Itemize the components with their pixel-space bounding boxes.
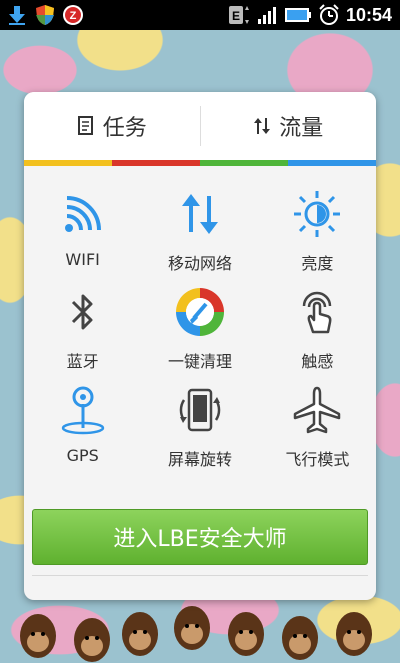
clock: 10:54 [345,4,392,25]
enter-lbe-button[interactable]: 进入LBE安全大师 [32,509,368,565]
ape-head-image [226,606,266,656]
shield-icon [34,4,56,26]
toggle-haptic[interactable]: 触感 [259,276,376,374]
toggle-one-key-clean[interactable]: 一键清理 [141,276,258,374]
haptic-touch-icon [291,286,343,338]
toggle-airplane-mode[interactable]: 飞行模式 [259,374,376,472]
tab-traffic[interactable]: 流量 [201,92,377,160]
tab-tasks-label: 任务 [102,116,147,141]
color-strip-blue [288,160,376,166]
toggle-mobile-network[interactable]: 移动网络 [141,178,258,276]
toggle-screen-rotate[interactable]: 屏幕旋转 [141,374,258,472]
status-bar: Z E 10:54 [0,0,400,30]
toggle-grid: WIFI 移动网络 亮度 蓝牙 一键清理 触感 GPS 屏幕旋转 飞行模式 [24,178,376,472]
toggle-label: 蓝牙 [66,352,99,371]
alarm-icon [318,4,340,26]
download-icon [6,4,28,26]
divider [32,575,368,576]
battery-icon [284,4,312,26]
bluetooth-icon [57,286,109,338]
notification-icons: Z [0,4,84,26]
toggle-bluetooth[interactable]: 蓝牙 [24,276,141,374]
ape-head-image [172,600,212,650]
z-app-icon: Z [62,4,84,26]
color-strip [24,160,376,166]
tab-tasks[interactable]: 任务 [24,92,200,160]
tab-traffic-label: 流量 [279,116,324,141]
toggle-label: 飞行模式 [285,450,350,469]
task-document-icon [77,116,95,136]
tab-bar: 任务 流量 [24,92,376,160]
color-strip-red [112,160,200,166]
toggle-label: 屏幕旋转 [167,450,232,469]
svg-text:E: E [232,9,240,23]
ape-head-image [334,606,374,656]
traffic-arrows-icon [253,116,271,136]
svg-text:Z: Z [70,10,77,22]
quick-settings-panel: 任务 流量 WIFI 移动网络 亮度 蓝牙 一键清理 触感 GPS 屏幕旋转 飞… [24,92,376,600]
ape-head-image [18,608,58,658]
signal-icon [256,4,278,26]
ape-head-image [280,610,320,660]
toggle-label: 亮度 [301,254,334,273]
wifi-icon [57,188,109,240]
brightness-icon [291,188,343,240]
system-icons: E 10:54 [228,4,400,26]
screen-rotate-icon [174,384,226,436]
color-strip-green [200,160,288,166]
ape-head-image [72,612,112,662]
color-strip-yellow [24,160,112,166]
e-data-icon: E [228,4,250,26]
ape-head-image [120,606,160,656]
toggle-label: 一键清理 [167,352,232,371]
airplane-mode-icon [291,384,343,436]
toggle-label: 移动网络 [167,254,232,273]
toggle-label: 触感 [301,352,334,371]
toggle-label: GPS [66,446,99,465]
toggle-wifi[interactable]: WIFI [24,178,141,276]
one-key-clean-icon [174,286,226,338]
toggle-gps[interactable]: GPS [24,374,141,472]
toggle-label: WIFI [65,250,100,269]
gps-icon [57,384,109,436]
toggle-brightness[interactable]: 亮度 [259,178,376,276]
mobile-network-icon [174,188,226,240]
